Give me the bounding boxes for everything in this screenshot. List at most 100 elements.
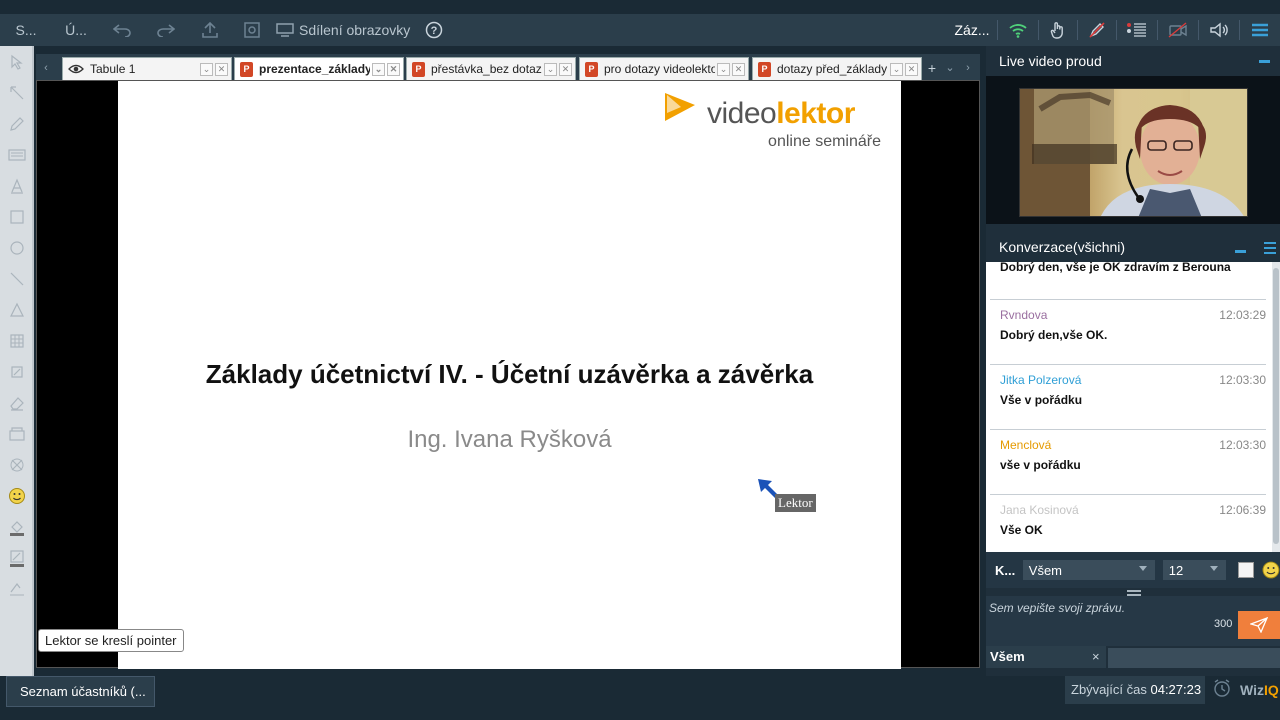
undo-icon[interactable]	[100, 16, 144, 44]
font-size-select[interactable]: 12	[1162, 560, 1227, 580]
chat-menu-icon[interactable]	[1264, 242, 1276, 257]
color-swatch[interactable]	[1238, 562, 1255, 578]
presenter-video-image	[1020, 89, 1247, 216]
recipient-remove-icon[interactable]: ×	[1092, 646, 1100, 668]
powerpoint-icon: P	[585, 61, 598, 77]
layers-icon[interactable]	[0, 418, 34, 449]
text-tool-icon[interactable]	[0, 170, 34, 201]
emoticon-icon[interactable]	[1262, 561, 1280, 579]
tab-close-icon[interactable]: ✕	[559, 62, 572, 76]
slide: videolektor online semináře Základy účet…	[118, 81, 901, 669]
pencil-icon[interactable]	[0, 108, 34, 139]
line-icon[interactable]	[0, 263, 34, 294]
chat-messages[interactable]: Dobrý den, vše je OK zdravím z Berouna R…	[986, 262, 1280, 552]
raise-hand-icon[interactable]	[1039, 16, 1077, 44]
chevron-down-icon	[1210, 566, 1219, 571]
clear-all-icon[interactable]	[0, 449, 34, 480]
videolektor-logo: videolektor online semináře	[661, 89, 881, 150]
triangle-icon[interactable]	[0, 294, 34, 325]
list-item: Menclová 12:03:30 vše v pořádku	[990, 430, 1266, 495]
keyboard-icon[interactable]	[0, 139, 34, 170]
virtual-classroom: S... Ú... Sdílení obrazovky ? Záz... ‹ T…	[0, 0, 1280, 720]
tab-dropdown-icon[interactable]: ⌄	[200, 62, 213, 76]
tab-pro-dotazy[interactable]: P pro dotazy videolektor ⌄ ✕	[579, 57, 749, 80]
draw-disabled-icon[interactable]	[1078, 16, 1116, 44]
pointer-label: Lektor	[775, 494, 816, 512]
message-input[interactable]: Sem vepište svoji zprávu. 300	[986, 596, 1280, 646]
pointer-notice: Lektor se kreslí pointer	[38, 629, 184, 652]
live-video	[986, 76, 1280, 224]
table-icon[interactable]	[0, 325, 34, 356]
list-item: Jitka Polzerová 12:03:30 Vše v pořádku	[990, 365, 1266, 430]
speaker-icon[interactable]	[1199, 16, 1239, 44]
powerpoint-icon: P	[240, 61, 253, 77]
fill-color-icon[interactable]	[0, 511, 34, 542]
upload-icon[interactable]	[188, 16, 232, 44]
drawing-tools	[0, 46, 34, 676]
chat-minimize-icon[interactable]	[1235, 250, 1246, 253]
select-arrow-icon[interactable]	[0, 46, 34, 77]
svg-text:?: ?	[431, 25, 438, 37]
char-counter: 300	[1214, 618, 1233, 630]
help-icon[interactable]: ?	[422, 16, 446, 44]
rectangle-icon[interactable]	[0, 201, 34, 232]
camera-disabled-icon[interactable]	[1158, 16, 1198, 44]
tab-dropdown-icon[interactable]: ⌄	[890, 62, 903, 76]
eraser-icon[interactable]	[0, 387, 34, 418]
record-button[interactable]: Záz...	[947, 14, 997, 46]
tab-close-icon[interactable]: ✕	[905, 62, 918, 76]
tab-prestavka[interactable]: P přestávka_bez dotazů ⌄ ✕	[406, 57, 576, 80]
tabs-scroll-down-icon[interactable]: ⌄	[942, 60, 958, 76]
chat-header: Konverzace(všichni)	[986, 232, 1280, 262]
wifi-icon[interactable]	[998, 16, 1038, 44]
alarm-clock-icon[interactable]	[1212, 678, 1232, 698]
smiley-icon[interactable]	[0, 480, 34, 511]
tab-close-icon[interactable]: ✕	[387, 62, 400, 76]
line-arrow-icon[interactable]	[0, 77, 34, 108]
recipient-select[interactable]: Všem	[1022, 560, 1155, 580]
top-toolbar: S... Ú... Sdílení obrazovky ? Záz...	[0, 14, 1280, 46]
bottom-bar: Seznam účastníků (... Zbývající čas 04:2…	[0, 676, 1280, 710]
screen-share-button[interactable]: Sdílení obrazovky	[272, 14, 422, 46]
send-button[interactable]	[1238, 611, 1280, 639]
chat-send-options: K... Všem 12	[986, 552, 1280, 588]
layout-list-icon[interactable]	[1117, 16, 1157, 44]
presentation-stage: videolektor online semináře Základy účet…	[36, 80, 980, 669]
monitor-icon	[276, 23, 294, 37]
highlighter-icon[interactable]	[0, 356, 34, 387]
logo-play-icon	[665, 93, 695, 121]
menu-u[interactable]: Ú...	[52, 14, 100, 46]
tab-whiteboard[interactable]: Tabule 1 ⌄ ✕	[62, 57, 232, 80]
send-icon	[1250, 617, 1268, 633]
tabs-scroll-left-icon[interactable]: ‹	[38, 60, 54, 76]
menu-s[interactable]: S...	[0, 14, 52, 46]
recipient-bar: Všem ×	[986, 646, 1280, 668]
stroke-color-icon[interactable]	[0, 542, 34, 573]
chat-scrollbar-thumb[interactable]	[1273, 268, 1279, 544]
tab-close-icon[interactable]: ✕	[215, 62, 228, 76]
minimize-icon[interactable]	[1259, 60, 1270, 63]
tab-dotazy-pred[interactable]: P dotazy před_základy ⌄ ✕	[752, 57, 922, 80]
tab-close-icon[interactable]: ✕	[732, 62, 745, 76]
participants-list-button[interactable]: Seznam účastníků (...	[6, 676, 155, 707]
video-panel-header: Live video proud	[986, 46, 1280, 76]
hamburger-menu-icon[interactable]	[1240, 16, 1280, 44]
recipient-tag: Všem	[986, 646, 1106, 668]
tab-dropdown-icon[interactable]: ⌄	[372, 62, 385, 76]
remaining-time: Zbývající čas 04:27:23	[1065, 676, 1205, 704]
add-tab-icon[interactable]: +	[924, 60, 940, 76]
recipient-field[interactable]	[1108, 648, 1280, 668]
snapshot-icon[interactable]	[232, 16, 272, 44]
document-tabs: ‹ Tabule 1 ⌄ ✕ P prezentace_základy_ú ⌄ …	[36, 54, 980, 80]
tab-dropdown-icon[interactable]: ⌄	[544, 62, 557, 76]
stroke-width-icon[interactable]	[0, 573, 34, 604]
tab-prezentace[interactable]: P prezentace_základy_ú ⌄ ✕	[234, 57, 404, 80]
chat-scrollbar[interactable]	[1272, 262, 1280, 552]
tabs-scroll-right-icon[interactable]: ›	[960, 60, 976, 76]
tab-dropdown-icon[interactable]: ⌄	[717, 62, 730, 76]
circle-icon[interactable]	[0, 232, 34, 263]
redo-icon[interactable]	[144, 16, 188, 44]
eye-icon	[68, 64, 84, 74]
list-item: Jana Kosinová 12:06:39 Vše OK	[990, 495, 1266, 552]
video-feed	[1019, 88, 1248, 217]
